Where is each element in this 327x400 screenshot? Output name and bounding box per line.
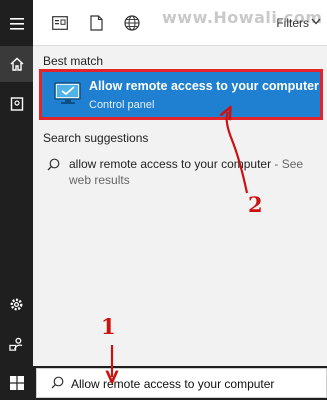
best-match-heading: Best match	[43, 54, 104, 68]
best-match-result[interactable]: Allow remote access to your computer Con…	[39, 69, 323, 120]
annotation-step-2: 2	[248, 192, 263, 217]
left-rail	[0, 0, 33, 366]
web-filter-button[interactable]	[121, 12, 143, 34]
suggestion-term: allow remote access to your computer	[69, 157, 272, 171]
chevron-down-icon[interactable]	[311, 18, 321, 25]
search-topbar: www.Howali.com Filters	[33, 0, 327, 46]
taskbar-search-box[interactable]: Allow remote access to your computer	[36, 368, 327, 398]
hamburger-menu-button[interactable]	[0, 6, 33, 42]
user-feedback-icon	[9, 337, 23, 351]
globe-icon	[124, 15, 140, 31]
search-icon	[47, 158, 60, 171]
document-icon	[89, 15, 103, 31]
apps-icon	[52, 16, 68, 30]
search-icon	[51, 376, 64, 389]
taskbar: Allow remote access to your computer	[0, 366, 327, 400]
suggestion-text: allow remote access to your computer - S…	[69, 156, 324, 188]
filters-dropdown[interactable]: Filters	[276, 16, 309, 30]
hamburger-icon	[9, 18, 24, 30]
annotation-step-1: 1	[101, 314, 116, 339]
search-input[interactable]: Allow remote access to your computer	[71, 377, 274, 391]
suggestion-item[interactable]: allow remote access to your computer - S…	[33, 152, 327, 194]
home-icon	[9, 57, 24, 71]
notebook-button[interactable]	[0, 86, 33, 122]
best-match-title: Allow remote access to your computer	[89, 79, 319, 93]
settings-button[interactable]	[0, 286, 33, 322]
search-results-panel: www.Howali.com Filters Best match Allow …	[33, 0, 327, 366]
documents-filter-button[interactable]	[85, 12, 107, 34]
home-button[interactable]	[0, 46, 33, 82]
remote-desktop-icon	[54, 82, 81, 104]
apps-filter-button[interactable]	[49, 12, 71, 34]
search-suggestions-heading: Search suggestions	[43, 131, 149, 145]
windows-logo-icon	[9, 376, 24, 390]
gear-icon	[10, 298, 23, 310]
best-match-subtitle: Control panel	[89, 99, 155, 111]
feedback-button[interactable]	[0, 326, 33, 362]
start-button[interactable]	[0, 366, 33, 400]
notebook-icon	[10, 97, 23, 111]
